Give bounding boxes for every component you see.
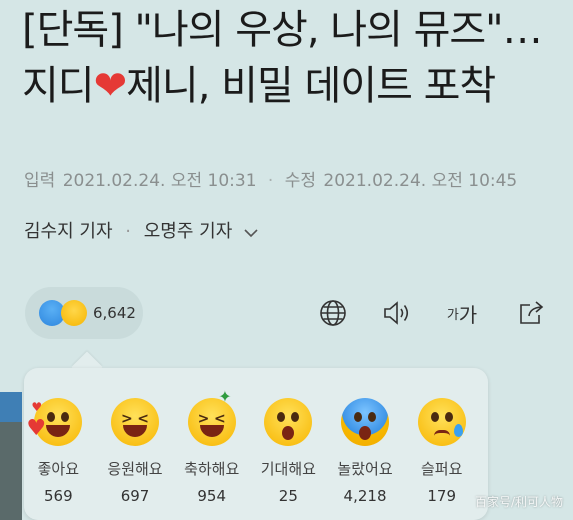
sad-emoji-icon (417, 398, 466, 446)
reaction-label: 놀랐어요 (337, 460, 393, 478)
reaction-count: 697 (120, 487, 150, 505)
reaction-total-count: 6,642 (93, 304, 136, 322)
congrats-emoji-icon: ✦ > < (187, 389, 236, 446)
updated-time: 2021.02.24. 오전 10:45 (323, 171, 518, 191)
chevron-down-icon[interactable] (244, 222, 258, 243)
reaction-sad[interactable]: 슬퍼요 179 (403, 398, 480, 505)
posted-label: 입력 (24, 171, 56, 191)
surprised-emoji-icon (341, 398, 390, 446)
reaction-label: 슬퍼요 (420, 460, 463, 478)
article-headline: [단독] "나의 우상, 나의 뮤즈"…지디❤제니, 비밀 데이트 포착 (22, 2, 557, 114)
reaction-count: 954 (197, 487, 226, 505)
cheer-emoji-icon: > < (111, 398, 159, 446)
font-size-large-label: 가 (458, 302, 478, 327)
separator-dot: · (125, 221, 131, 242)
reaction-label: 축하해요 (184, 460, 240, 478)
updated-label: 수정 (284, 171, 317, 191)
article-authors[interactable]: 김수지 기자 · 오명주 기자 (24, 217, 258, 243)
font-size-small-label: 가 (446, 307, 459, 323)
expect-emoji-icon (264, 398, 313, 446)
reaction-like[interactable]: ♥ ♥ 좋아요 569 (20, 398, 97, 505)
separator-dot: · (267, 171, 274, 191)
watermark: 百家号/利可人物 (474, 495, 563, 509)
background-image-strip (0, 392, 22, 520)
globe-icon[interactable] (316, 296, 350, 330)
headline-text-2: 제니, 비밀 데이트 포착 (126, 63, 496, 109)
reaction-label: 좋아요 (37, 460, 80, 478)
reaction-label: 응원해요 (107, 460, 163, 478)
reaction-summary-button[interactable]: 6,642 (25, 287, 143, 339)
reaction-cheer[interactable]: > < 응원해요 697 (97, 398, 174, 505)
author-name-1[interactable]: 김수지 기자 (24, 221, 113, 242)
like-emoji-icon: ♥ ♥ (26, 398, 83, 446)
reaction-count: 25 (278, 487, 298, 505)
reaction-count: 569 (44, 487, 73, 505)
reaction-congrats[interactable]: ✦ > < 축하해요 954 (173, 389, 250, 506)
reaction-expect[interactable]: 기대해요 25 (250, 398, 327, 505)
reaction-count: 4,218 (343, 487, 387, 505)
font-size-button[interactable]: 가가 (442, 296, 482, 330)
reaction-count: 179 (427, 487, 457, 505)
reaction-label: 기대해요 (260, 460, 316, 478)
speaker-icon[interactable] (380, 296, 414, 330)
author-name-2[interactable]: 오명주 기자 (144, 221, 233, 242)
share-icon[interactable] (514, 296, 548, 330)
article-timestamps: 입력 2021.02.24. 오전 10:31 · 수정 2021.02.24.… (24, 166, 517, 191)
reaction-list: ♥ ♥ 좋아요 569 > < 응원해요 697 ✦ > < 축하해요 954 기대해… (20, 389, 480, 506)
heart-icon: ❤ (93, 63, 128, 109)
celebrate-emoji-icon (61, 300, 87, 326)
reaction-surprised[interactable]: 놀랐어요 4,218 (327, 398, 404, 505)
posted-time: 2021.02.24. 오전 10:31 (62, 171, 257, 191)
